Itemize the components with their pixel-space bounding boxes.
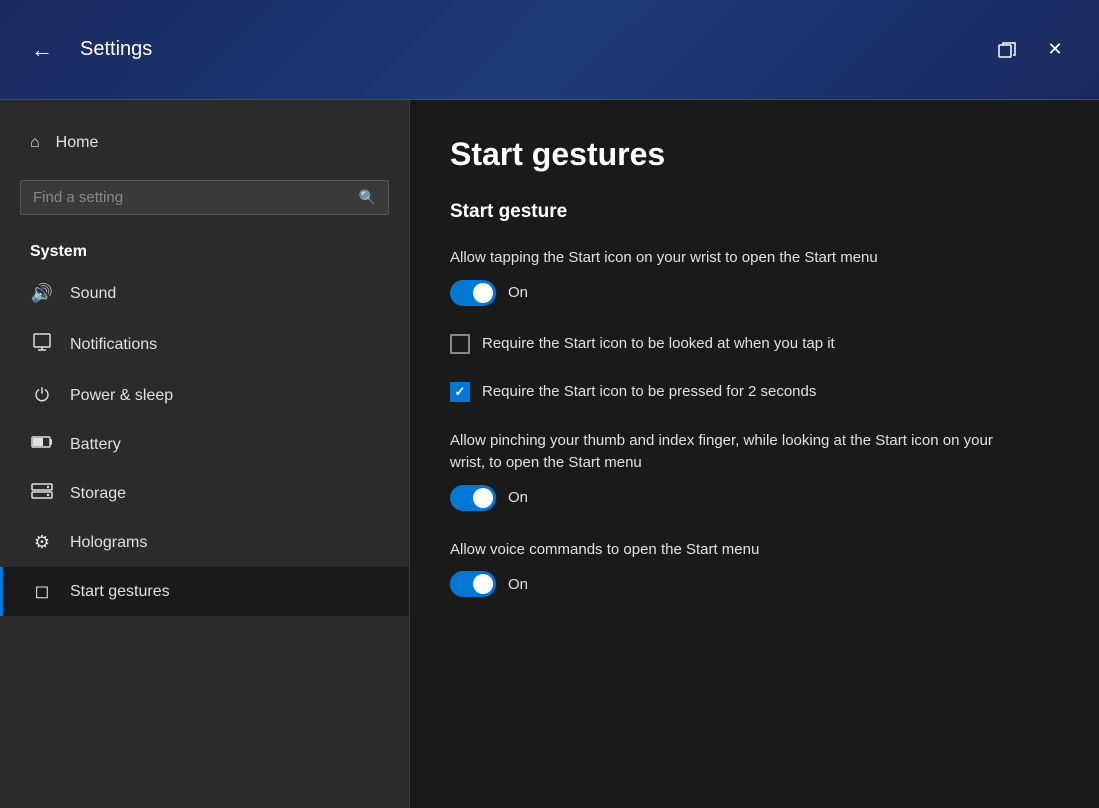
pinch-toggle-row: On <box>450 485 1059 511</box>
voice-toggle-row: On <box>450 571 1059 597</box>
sidebar-item-label: Sound <box>70 285 116 303</box>
battery-icon <box>30 434 54 455</box>
close-button[interactable]: ✕ <box>1035 30 1075 70</box>
press-2s-row: Require the Start icon to be pressed for… <box>450 382 1059 402</box>
power-icon: ⏻ <box>30 385 54 406</box>
sidebar-item-label: Holograms <box>70 534 147 552</box>
content-panel: Start gestures Start gesture Allow tappi… <box>410 100 1099 808</box>
sidebar-item-battery[interactable]: Battery <box>0 420 409 469</box>
sidebar-item-sound[interactable]: 🔊 Sound <box>0 269 409 318</box>
main-content: ⌂ Home 🔍 System 🔊 Sound Notifications ⏻ <box>0 100 1099 808</box>
section-heading: Start gesture <box>450 201 1059 223</box>
sidebar-item-home[interactable]: ⌂ Home <box>0 120 409 166</box>
sidebar-home-label: Home <box>56 134 99 152</box>
sidebar-item-storage[interactable]: Storage <box>0 469 409 518</box>
look-at-row: Require the Start icon to be looked at w… <box>450 334 1059 354</box>
notifications-icon <box>30 332 54 357</box>
setting-press-2s: Require the Start icon to be pressed for… <box>450 382 1059 402</box>
back-button[interactable]: ← <box>24 32 60 68</box>
voice-toggle-label: On <box>508 576 528 593</box>
title-bar-left: ← Settings <box>24 32 987 68</box>
sidebar-item-power[interactable]: ⏻ Power & sleep <box>0 371 409 420</box>
sidebar-item-holograms[interactable]: ⚙ Holograms <box>0 518 409 567</box>
sidebar-item-label: Start gestures <box>70 583 170 601</box>
setting-voice: Allow voice commands to open the Start m… <box>450 539 1059 598</box>
page-title: Start gestures <box>450 136 1059 173</box>
home-icon: ⌂ <box>30 134 40 152</box>
tap-start-toggle[interactable] <box>450 280 496 306</box>
setting-pinch: Allow pinching your thumb and index fing… <box>450 430 1059 511</box>
title-bar-controls: ✕ <box>987 30 1075 70</box>
voice-toggle[interactable] <box>450 571 496 597</box>
sidebar-item-label: Storage <box>70 485 126 503</box>
restore-button[interactable] <box>987 30 1027 70</box>
sidebar-section-system: System <box>0 235 409 269</box>
look-at-checkbox[interactable] <box>450 334 470 354</box>
sidebar-item-label: Notifications <box>70 336 157 354</box>
tap-start-toggle-row: On <box>450 280 1059 306</box>
holograms-icon: ⚙ <box>30 532 54 553</box>
setting-look-at: Require the Start icon to be looked at w… <box>450 334 1059 354</box>
sidebar-item-notifications[interactable]: Notifications <box>0 318 409 371</box>
title-bar: ← Settings ✕ <box>0 0 1099 100</box>
look-at-label: Require the Start icon to be looked at w… <box>482 335 835 352</box>
tap-start-description: Allow tapping the Start icon on your wri… <box>450 247 1010 270</box>
search-input[interactable] <box>33 189 349 206</box>
sidebar-item-label: Battery <box>70 436 121 454</box>
setting-tap-start: Allow tapping the Start icon on your wri… <box>450 247 1059 306</box>
sidebar-item-start-gestures[interactable]: ◻ Start gestures <box>0 567 409 616</box>
search-box[interactable]: 🔍 <box>20 180 389 215</box>
voice-description: Allow voice commands to open the Start m… <box>450 539 1010 562</box>
storage-icon <box>30 483 54 504</box>
press-2s-label: Require the Start icon to be pressed for… <box>482 383 816 400</box>
pinch-toggle[interactable] <box>450 485 496 511</box>
sidebar-item-label: Power & sleep <box>70 387 173 405</box>
start-gestures-icon: ◻ <box>30 581 54 602</box>
sound-icon: 🔊 <box>30 283 54 304</box>
pinch-description: Allow pinching your thumb and index fing… <box>450 430 1010 475</box>
pinch-toggle-label: On <box>508 489 528 506</box>
search-icon: 🔍 <box>359 189 376 206</box>
press-2s-checkbox[interactable] <box>450 382 470 402</box>
app-title: Settings <box>80 38 152 61</box>
sidebar: ⌂ Home 🔍 System 🔊 Sound Notifications ⏻ <box>0 100 410 808</box>
tap-start-toggle-label: On <box>508 284 528 301</box>
